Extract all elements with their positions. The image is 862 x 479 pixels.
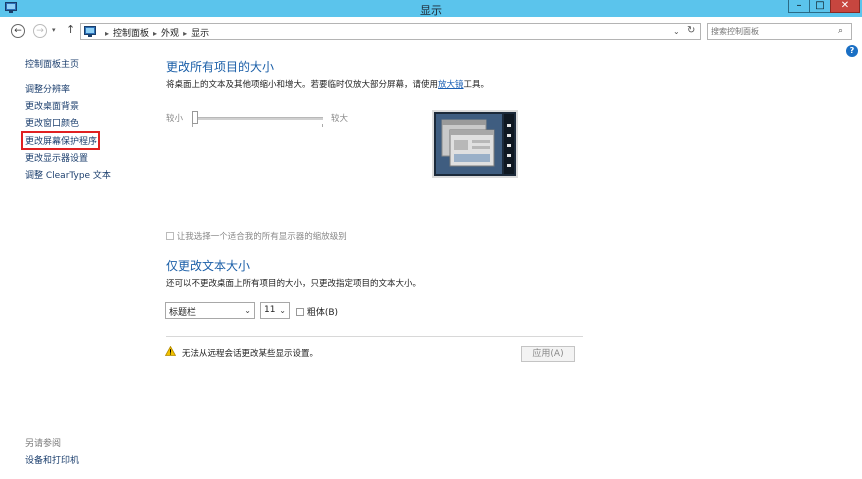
- back-arrow-icon: ←: [14, 26, 22, 36]
- control-panel-icon: [84, 26, 96, 37]
- divider: [166, 336, 583, 337]
- chevron-down-icon: ⌄: [279, 306, 286, 315]
- recent-locations-dropdown[interactable]: ▾: [52, 26, 56, 34]
- address-dropdown-icon[interactable]: ⌄: [673, 27, 680, 36]
- size-slider-thumb[interactable]: [192, 111, 198, 124]
- item-select[interactable]: 标题栏 ⌄: [165, 302, 255, 319]
- sidebar-link-devices-printers[interactable]: 设备和打印机: [25, 453, 79, 466]
- breadcrumb-control-panel[interactable]: 控制面板: [113, 29, 149, 39]
- sidebar-link-background[interactable]: 更改桌面背景: [25, 99, 79, 112]
- minimize-button[interactable]: –: [788, 0, 810, 13]
- close-button[interactable]: ✕: [830, 0, 860, 13]
- slider-max-label: 较大: [331, 114, 349, 124]
- section-heading-all-items: 更改所有项目的大小: [166, 60, 275, 74]
- bold-checkbox[interactable]: 粗体(B): [296, 305, 338, 318]
- sidebar-link-window-color[interactable]: 更改窗口颜色: [25, 116, 79, 129]
- magnifier-link[interactable]: 放大镜: [438, 80, 464, 90]
- forward-button[interactable]: →: [33, 24, 47, 38]
- slider-min-label: 较小: [166, 114, 184, 124]
- font-size-select[interactable]: 11 ⌄: [260, 302, 290, 319]
- checkbox-box[interactable]: [296, 308, 304, 316]
- breadcrumb: ▸ 控制面板 ▸ 外观 ▸ 显示: [101, 26, 209, 39]
- sidebar-link-resolution[interactable]: 调整分辨率: [25, 82, 70, 95]
- chevron-down-icon: ⌄: [244, 306, 251, 315]
- chevron-right-icon[interactable]: ▸: [183, 29, 187, 38]
- highlight-box: [21, 131, 100, 150]
- custom-scaling-checkbox[interactable]: 让我选择一个适合我的所有显示器的缩放级别: [166, 230, 347, 242]
- forward-arrow-icon: →: [36, 26, 44, 36]
- help-icon[interactable]: ?: [846, 45, 858, 57]
- sidebar-home-link[interactable]: 控制面板主页: [25, 57, 79, 70]
- search-box[interactable]: ⌕: [707, 23, 852, 40]
- remote-session-warning: 无法从远程会话更改某些显示设置。: [182, 349, 319, 359]
- section-description: 将桌面上的文本及其他项缩小和增大。若要临时仅放大部分屏幕，请使用放大镜工具。: [166, 80, 490, 90]
- refresh-icon[interactable]: ↻: [687, 25, 695, 36]
- search-icon[interactable]: ⌕: [838, 26, 843, 36]
- sidebar-link-display-settings[interactable]: 更改显示器设置: [25, 151, 88, 164]
- section-heading-text-only: 仅更改文本大小: [166, 259, 251, 273]
- see-also-heading: 另请参阅: [25, 439, 62, 449]
- search-input[interactable]: [711, 25, 831, 38]
- apply-button[interactable]: 应用(A): [521, 346, 575, 362]
- chevron-right-icon[interactable]: ▸: [153, 29, 157, 38]
- address-bar[interactable]: ▸ 控制面板 ▸ 外观 ▸ 显示 ⌄ ↻: [80, 23, 701, 40]
- breadcrumb-appearance[interactable]: 外观: [161, 29, 179, 39]
- size-slider-ticks: [192, 124, 323, 127]
- chevron-right-icon: ▸: [105, 29, 110, 38]
- title-bar: 显示: [0, 0, 862, 17]
- address-row: ← → ▾ ↑ ▸控制面板▸外观▸显示 ⌄ ↻ ⌕: [0, 17, 862, 45]
- sidebar-link-cleartype[interactable]: 调整 ClearType 文本: [25, 168, 111, 181]
- checkbox-box[interactable]: [166, 232, 174, 240]
- window-title: 显示: [420, 4, 442, 17]
- up-arrow-icon[interactable]: ↑: [66, 23, 75, 36]
- warning-icon: [165, 346, 176, 356]
- size-slider-track: [192, 117, 323, 120]
- maximize-button[interactable]: □: [809, 0, 831, 13]
- back-button[interactable]: ←: [11, 24, 25, 38]
- section-description-text-only: 还可以不更改桌面上所有项目的大小，只更改指定项目的文本大小。: [166, 279, 422, 289]
- display-preview-image: [432, 110, 518, 178]
- breadcrumb-display[interactable]: 显示: [191, 29, 209, 39]
